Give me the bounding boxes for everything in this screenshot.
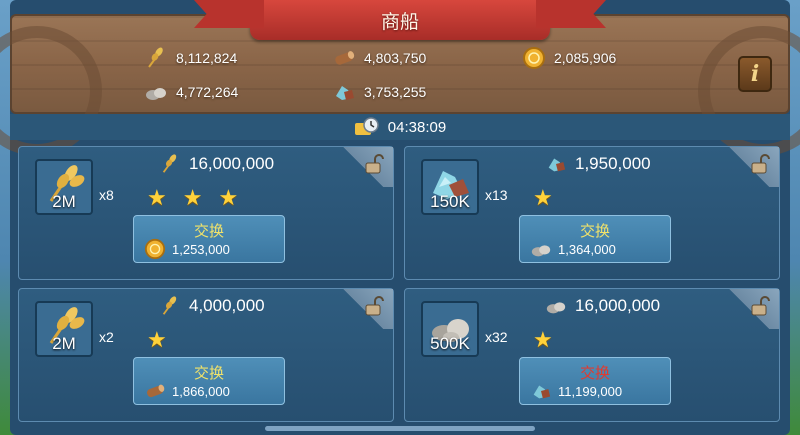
- resource-food-value: 8,112,824: [176, 50, 238, 66]
- ore-icon: [533, 385, 551, 399]
- exchange-price: 11,199,000: [530, 380, 622, 402]
- exchange-button[interactable]: 交换 11,199,000: [519, 357, 671, 405]
- offer-card-2: 150K x13 1,950,000 ★ 交换 1,364,000: [404, 146, 780, 280]
- wheat-icon: [162, 296, 177, 315]
- item-multiplier: x2: [99, 329, 114, 345]
- offer-cost: 4,000,000: [159, 295, 265, 317]
- offer-item-tile[interactable]: 500K: [421, 301, 479, 357]
- gold-coin-icon: [523, 47, 545, 69]
- star-icon: ★: [147, 327, 167, 352]
- unlocked-padlock-icon[interactable]: [363, 153, 385, 175]
- offer-stars: ★: [147, 327, 167, 353]
- offer-cost-value: 4,000,000: [189, 296, 265, 315]
- offer-card-1: 2M x8 16,000,000 ★ ★ ★ 交换 1,253,000: [18, 146, 394, 280]
- offer-cost-value: 1,950,000: [575, 154, 651, 173]
- item-quantity: 150K: [430, 192, 470, 211]
- resource-stone: 4,772,264: [144, 80, 238, 104]
- stone-icon: [146, 88, 166, 100]
- log-icon: [147, 384, 165, 398]
- info-button[interactable]: i: [738, 56, 772, 92]
- log-icon: [335, 51, 355, 65]
- offer-stars: ★: [533, 185, 553, 211]
- resource-stone-value: 4,772,264: [176, 84, 239, 100]
- resource-ore-value: 3,753,255: [364, 84, 427, 100]
- item-multiplier: x8: [99, 187, 114, 203]
- wheat-icon: [148, 47, 163, 68]
- horizontal-scrollbar[interactable]: [265, 426, 535, 431]
- timer-value: 04:38:09: [387, 118, 447, 136]
- resource-food: 8,112,824: [144, 46, 237, 70]
- offer-cost: 16,000,000: [159, 153, 274, 175]
- star-icon: ★: [147, 185, 167, 210]
- unlocked-padlock-icon[interactable]: [749, 153, 771, 175]
- exchange-price-value: 11,199,000: [558, 383, 623, 399]
- exchange-price: 1,866,000: [144, 380, 230, 402]
- exchange-button[interactable]: 交换 1,364,000: [519, 215, 671, 263]
- refresh-timer: 04:38:09: [10, 114, 790, 140]
- offer-item-tile[interactable]: 2M: [35, 159, 93, 215]
- offer-stars: ★: [533, 327, 553, 353]
- offer-card-4: 500K x32 16,000,000 ★ 交换 11,199,000: [404, 288, 780, 422]
- exchange-price-value: 1,253,000: [172, 241, 230, 257]
- item-quantity: 2M: [52, 334, 76, 353]
- offer-cost: 1,950,000: [545, 153, 651, 175]
- clock-icon: [354, 117, 379, 135]
- exchange-button[interactable]: 交换 1,253,000: [133, 215, 285, 263]
- offer-card-3: 2M x2 4,000,000 ★ 交换 1,866,000: [18, 288, 394, 422]
- resource-wood-value: 4,803,750: [364, 50, 427, 66]
- offer-item-tile[interactable]: 150K: [421, 159, 479, 215]
- wheat-icon: [162, 154, 177, 173]
- star-icon: ★: [533, 327, 553, 352]
- offer-item-tile[interactable]: 2M: [35, 301, 93, 357]
- exchange-price: 1,364,000: [530, 238, 616, 260]
- offer-cost: 16,000,000: [545, 295, 660, 317]
- item-multiplier: x32: [485, 329, 508, 345]
- star-icon: ★: [218, 185, 239, 210]
- page-title: 商船: [380, 11, 419, 33]
- stone-icon: [531, 245, 551, 257]
- item-multiplier: x13: [485, 187, 508, 203]
- unlocked-padlock-icon[interactable]: [749, 295, 771, 317]
- ore-icon: [548, 158, 566, 172]
- offer-stars: ★ ★ ★: [147, 185, 238, 211]
- title-ribbon: 商船: [194, 0, 606, 40]
- unlocked-padlock-icon[interactable]: [363, 295, 385, 317]
- item-quantity: 2M: [52, 192, 76, 211]
- offer-cost-value: 16,000,000: [189, 154, 275, 173]
- exchange-price-value: 1,364,000: [558, 241, 616, 257]
- resource-gold-value: 2,085,906: [554, 50, 617, 66]
- stone-icon: [546, 302, 566, 314]
- star-icon: ★: [182, 185, 203, 210]
- resource-ore: 3,753,255: [332, 80, 426, 104]
- exchange-price-value: 1,866,000: [172, 383, 230, 399]
- exchange-button[interactable]: 交换 1,866,000: [133, 357, 285, 405]
- gold-coin-icon: [144, 238, 166, 260]
- offer-cost-value: 16,000,000: [575, 296, 661, 315]
- resource-wood: 4,803,750: [332, 46, 426, 70]
- exchange-price: 1,253,000: [144, 238, 230, 260]
- item-quantity: 500K: [430, 334, 470, 353]
- star-icon: ★: [533, 185, 553, 210]
- resource-gold: 2,085,906: [522, 46, 616, 70]
- ore-icon: [336, 86, 354, 100]
